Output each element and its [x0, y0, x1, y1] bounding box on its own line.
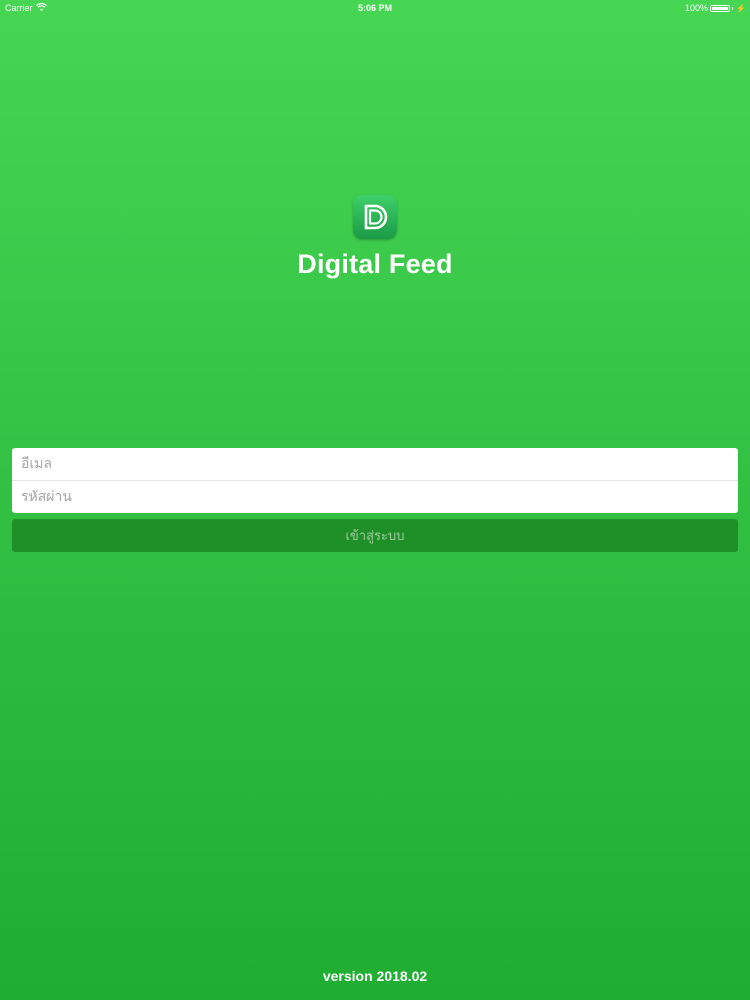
- version-label: version 2018.02: [322, 968, 428, 984]
- battery-tip: [732, 6, 734, 10]
- battery-icon: [710, 4, 731, 12]
- battery-percent: 100%: [685, 3, 709, 13]
- app-title: Digital Feed: [297, 249, 453, 279]
- status-right: 100% ⚡: [685, 3, 746, 13]
- status-time: 5:06 PM: [357, 3, 392, 13]
- email-field[interactable]: [12, 448, 738, 480]
- battery-fill: [712, 6, 729, 10]
- bolt-icon: ⚡: [736, 3, 746, 13]
- login-button[interactable]: เข้าสู่ระบบ: [12, 519, 738, 552]
- password-field[interactable]: [12, 481, 738, 513]
- digital-feed-logo-icon: [353, 195, 397, 239]
- login-form: [12, 448, 738, 513]
- status-bar: Carrier 5:06 PM 100% ⚡: [0, 0, 750, 16]
